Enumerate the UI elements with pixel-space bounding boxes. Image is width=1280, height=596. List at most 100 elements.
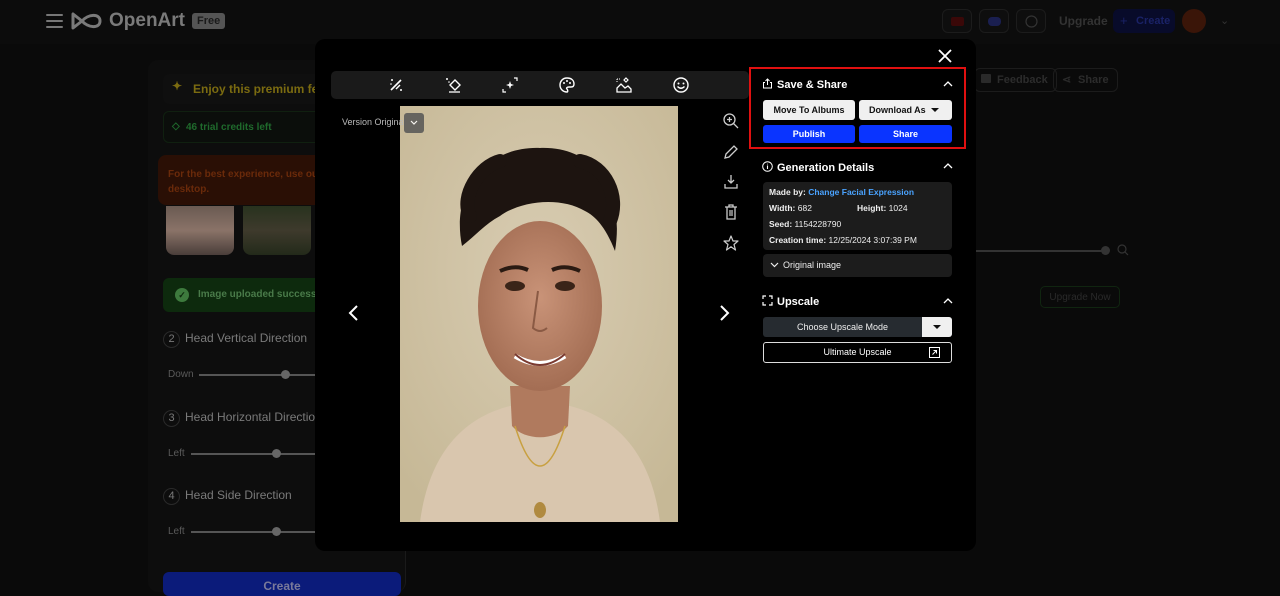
- seed-label: Seed:: [769, 219, 793, 229]
- upgrade-link[interactable]: Upgrade: [1059, 14, 1108, 28]
- upload-status: ✓ Image uploaded successf: [163, 278, 323, 312]
- original-image-toggle[interactable]: Original image: [763, 254, 952, 277]
- head-vertical-slider[interactable]: [199, 374, 319, 376]
- generation-details-header[interactable]: Generation Details: [762, 161, 874, 174]
- slider-label: Down: [168, 369, 194, 380]
- face-emoji-icon[interactable]: [672, 76, 690, 94]
- generated-image[interactable]: [400, 106, 678, 522]
- eraser-icon[interactable]: [444, 76, 462, 94]
- example-thumbnail[interactable]: [243, 206, 311, 255]
- step-head-vertical: 2 Head Vertical Direction: [163, 331, 307, 348]
- share-bg-button[interactable]: ⋖ Share: [1053, 68, 1118, 92]
- save-share-title: Save & Share: [777, 79, 848, 91]
- diamond-icon: ◇: [172, 121, 180, 132]
- upgrade-now-button[interactable]: Upgrade Now: [1040, 286, 1120, 308]
- credits-text: 46 trial credits left: [186, 122, 272, 133]
- premium-banner: ✦ Enjoy this premium feat: [163, 74, 329, 104]
- enhance-sparkles-icon[interactable]: [501, 76, 519, 94]
- menu-icon[interactable]: [46, 14, 63, 28]
- youtube-button[interactable]: [942, 9, 972, 33]
- help-button[interactable]: [1016, 9, 1046, 33]
- slider-handle[interactable]: [281, 370, 290, 379]
- chevron-up-icon[interactable]: [943, 162, 953, 170]
- create-generate-button[interactable]: Create: [163, 572, 401, 596]
- magic-wand-icon[interactable]: [387, 76, 405, 94]
- upload-status-text: Image uploaded successf: [198, 289, 320, 300]
- version-dropdown[interactable]: [404, 113, 424, 133]
- upscale-mode-dropdown-button[interactable]: [922, 317, 952, 337]
- feedback-icon: [981, 74, 991, 83]
- zoom-slider-handle[interactable]: [1101, 246, 1110, 255]
- create-button[interactable]: + Create: [1113, 9, 1175, 33]
- step-title: Head Vertical Direction: [185, 331, 308, 345]
- zoom-in-icon[interactable]: [1117, 244, 1129, 256]
- height-label: Height:: [857, 203, 887, 213]
- chevron-down-icon: [410, 120, 418, 125]
- palette-icon[interactable]: [558, 76, 576, 94]
- zoom-in-icon[interactable]: [722, 112, 740, 130]
- top-nav-bar: OpenArt Free Upgrade + Create ⌄: [0, 0, 1280, 44]
- download-icon[interactable]: [722, 173, 740, 191]
- avatar[interactable]: [1182, 9, 1206, 33]
- slider-handle[interactable]: [272, 527, 281, 536]
- step-number: 2: [163, 331, 180, 348]
- star-icon[interactable]: [722, 234, 740, 252]
- brand-name: OpenArt: [109, 10, 185, 31]
- step-number: 4: [163, 488, 180, 505]
- width-label: Width:: [769, 203, 796, 213]
- slider-label: Left: [168, 526, 185, 537]
- expand-icon: [762, 295, 773, 306]
- close-icon[interactable]: [936, 47, 954, 65]
- ultimate-upscale-button[interactable]: Ultimate Upscale: [763, 342, 952, 363]
- edit-pencil-icon[interactable]: [722, 143, 740, 161]
- example-thumbnail[interactable]: [166, 206, 234, 255]
- head-side-slider[interactable]: [191, 531, 319, 533]
- seed-row: Seed: 1154228790: [769, 219, 841, 229]
- step-title: Head Horizontal Direction: [185, 410, 322, 424]
- height-row: Height: 1024: [857, 203, 908, 213]
- width-value: 682: [797, 203, 812, 213]
- discord-button[interactable]: [979, 9, 1009, 33]
- share-icon: ⋖: [1062, 74, 1072, 86]
- width-row: Width: 682: [769, 203, 812, 213]
- discord-icon: [988, 17, 1001, 26]
- made-by-link[interactable]: Change Facial Expression: [808, 187, 914, 197]
- generation-details-title: Generation Details: [777, 162, 875, 174]
- seed-value: 1154228790: [794, 219, 842, 229]
- save-share-header[interactable]: Save & Share: [762, 78, 847, 91]
- slider-handle[interactable]: [272, 449, 281, 458]
- chevron-down-icon[interactable]: ⌄: [1220, 14, 1229, 27]
- upscale-header[interactable]: Upscale: [762, 295, 819, 308]
- original-image-label: Original image: [783, 260, 842, 270]
- download-as-dropdown[interactable]: Download As: [859, 100, 952, 120]
- feedback-button[interactable]: Feedback: [974, 68, 1057, 92]
- zoom-slider[interactable]: [975, 250, 1105, 252]
- move-to-albums-button[interactable]: Move To Albums: [763, 100, 855, 120]
- create-label: Create: [1136, 15, 1171, 27]
- background-replace-icon[interactable]: [615, 76, 633, 94]
- portrait-photo: [400, 106, 678, 522]
- chevron-down-icon: [770, 262, 779, 268]
- previous-image-arrow[interactable]: [347, 302, 361, 324]
- next-image-arrow[interactable]: [717, 302, 731, 324]
- creation-time-label: Creation time:: [769, 235, 827, 245]
- share-button[interactable]: Share: [859, 125, 952, 143]
- credits-badge: ◇ 46 trial credits left: [163, 111, 323, 143]
- step-head-horizontal: 3 Head Horizontal Direction: [163, 410, 322, 427]
- chevron-up-icon[interactable]: [943, 297, 953, 305]
- share-label: Share: [1078, 74, 1109, 86]
- step-number: 3: [163, 410, 180, 427]
- help-icon: [1025, 15, 1038, 28]
- caret-down-icon: [931, 108, 939, 112]
- check-circle-icon: ✓: [175, 288, 189, 302]
- ultimate-upscale-label: Ultimate Upscale: [823, 347, 892, 357]
- upscale-mode-select[interactable]: Choose Upscale Mode: [763, 317, 952, 337]
- desktop-warning: For the best experience, use our desktop…: [158, 155, 323, 205]
- publish-button[interactable]: Publish: [763, 125, 855, 143]
- trash-icon[interactable]: [722, 203, 740, 221]
- version-label: Version Original: [342, 117, 406, 127]
- chevron-up-icon[interactable]: [943, 80, 953, 88]
- head-horizontal-slider[interactable]: [191, 453, 319, 455]
- external-link-icon: [929, 347, 940, 358]
- step-head-side: 4 Head Side Direction: [163, 488, 292, 505]
